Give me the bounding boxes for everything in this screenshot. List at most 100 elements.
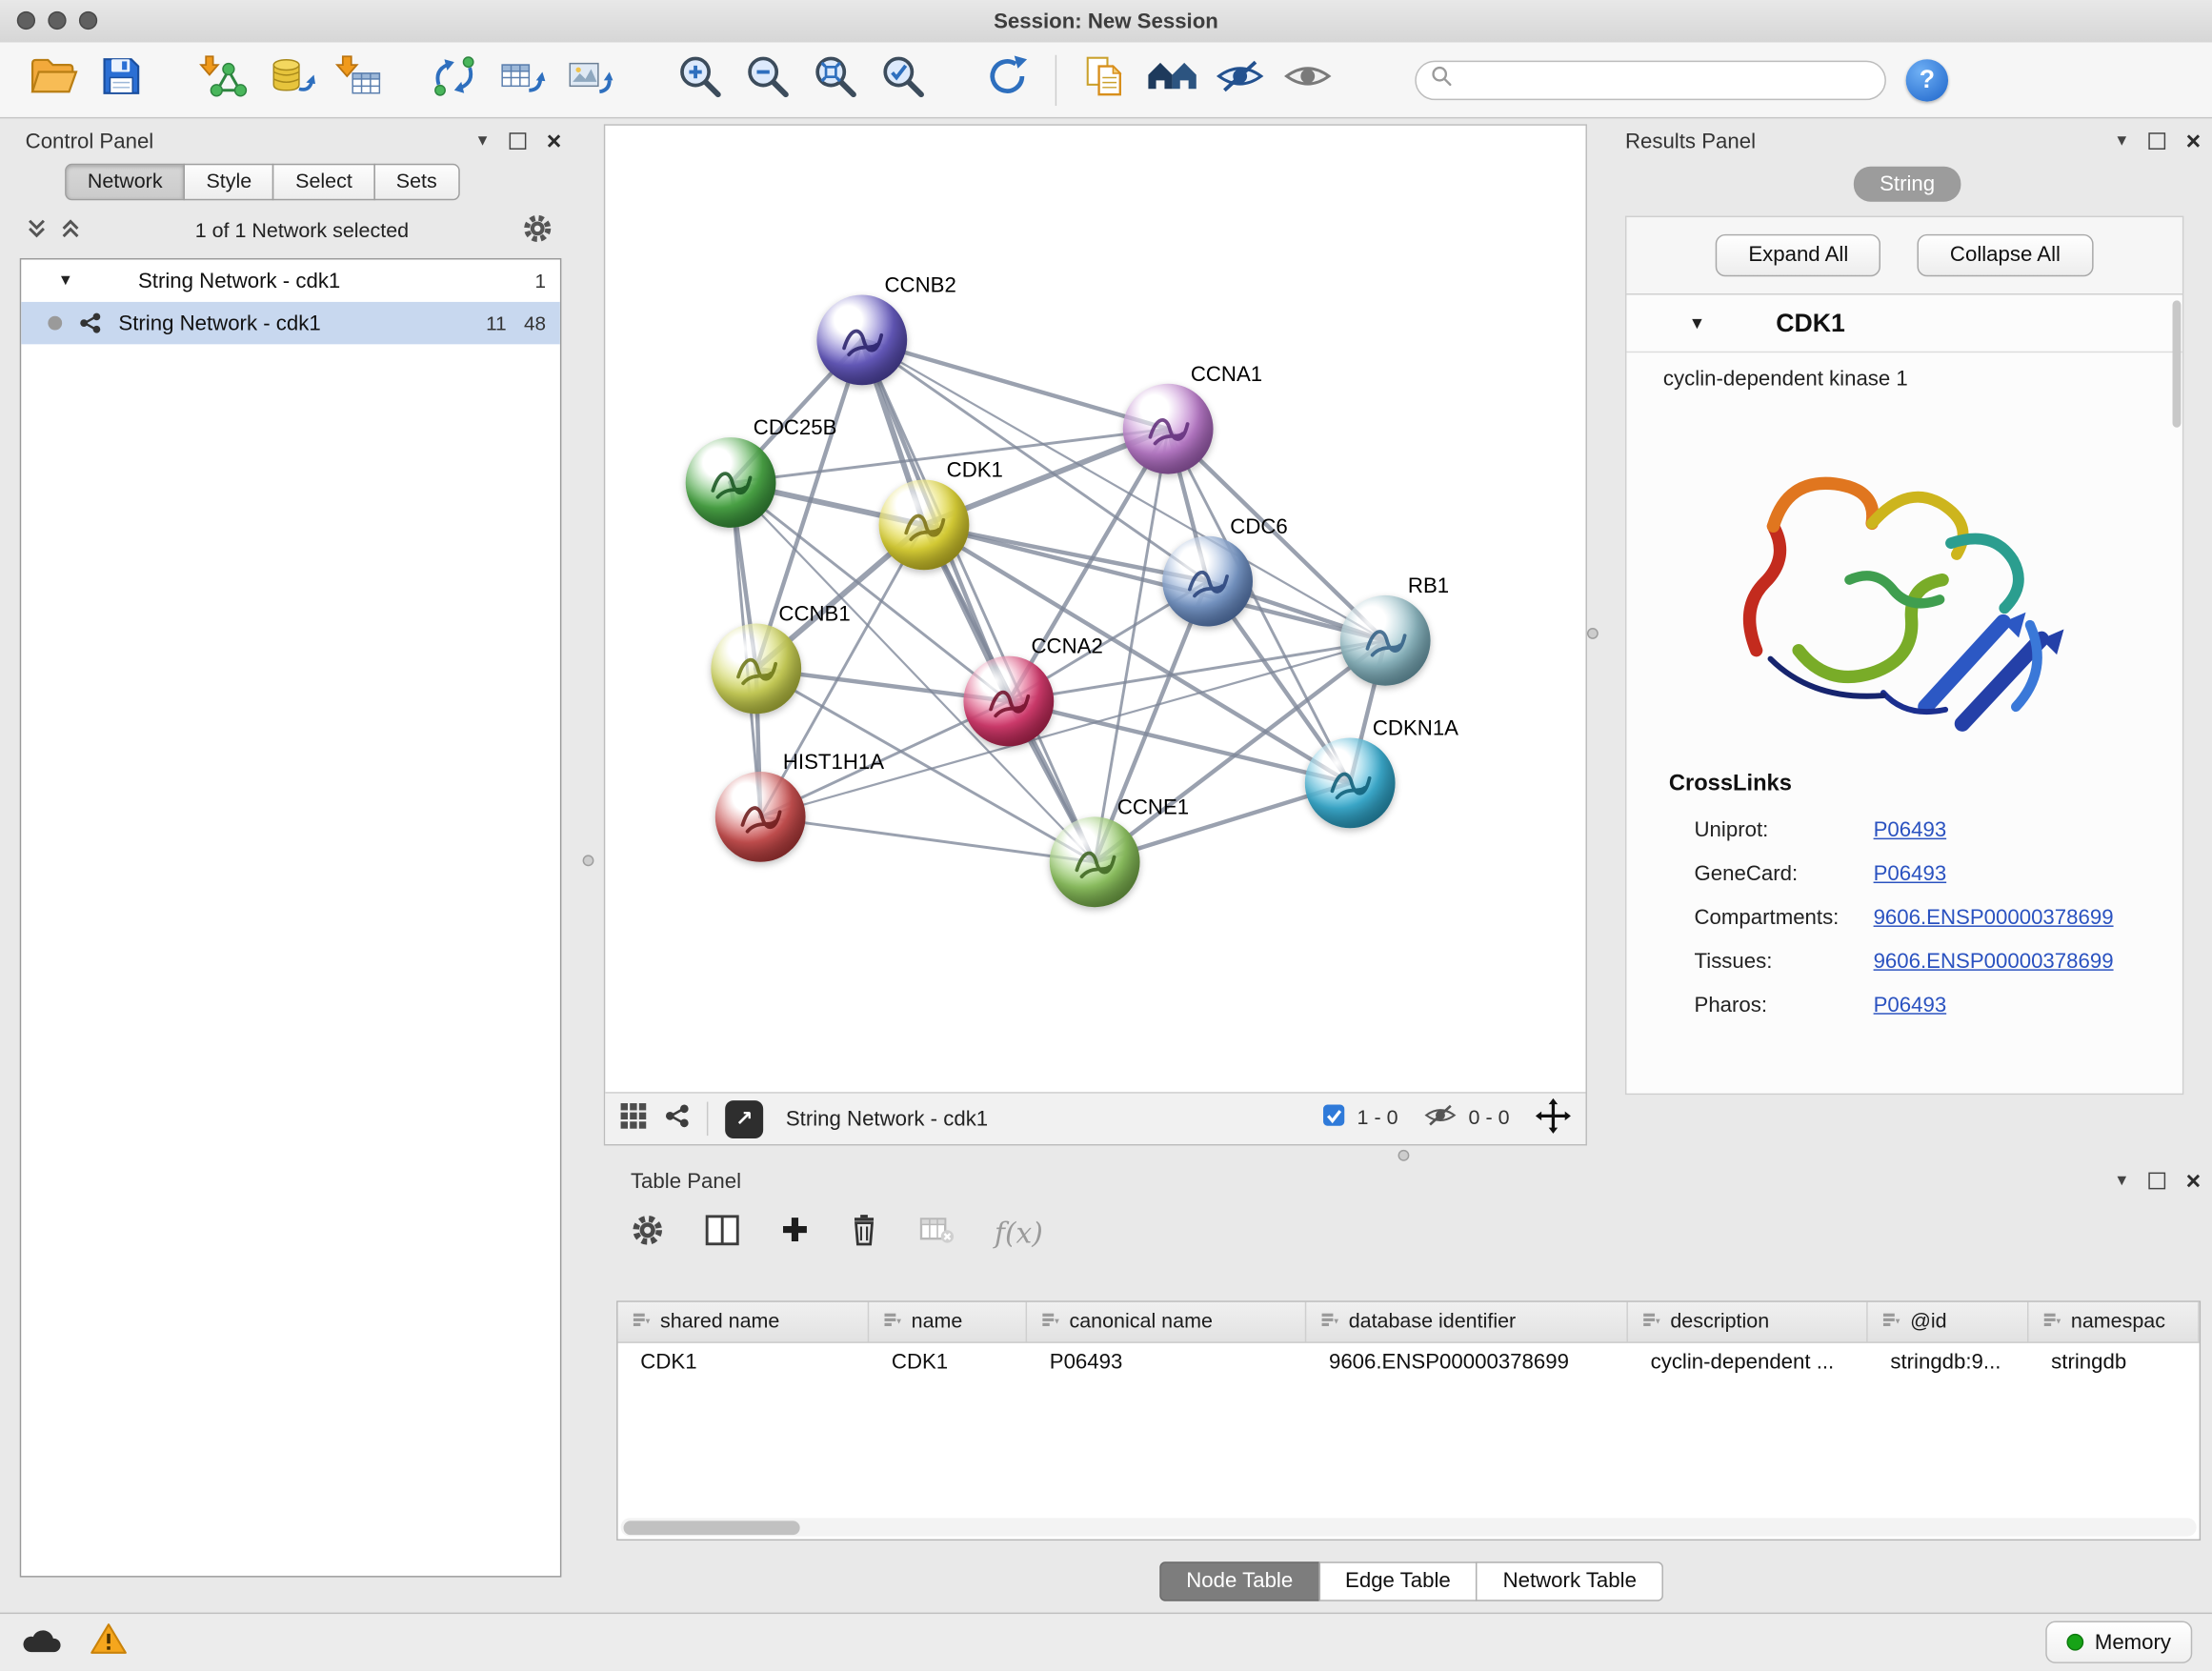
column-header-name[interactable]: name (869, 1302, 1027, 1341)
new-network-from-table-button[interactable] (488, 48, 555, 112)
node-CDKN1A[interactable] (1305, 737, 1396, 828)
right-splitter-handle[interactable] (1587, 628, 1599, 639)
node-CDC25B[interactable] (686, 437, 776, 528)
zoom-out-button[interactable] (734, 48, 801, 112)
table-row[interactable]: CDK1CDK1P064939606.ENSP00000378699cyclin… (618, 1343, 2200, 1381)
expand-all-button[interactable]: Expand All (1716, 234, 1880, 276)
column-header-database-identifier[interactable]: database identifier (1306, 1302, 1628, 1341)
node-CCNA2[interactable] (963, 656, 1054, 747)
edge-CCNB2-CCNA1[interactable] (862, 340, 1168, 429)
column-header--id[interactable]: @id (1868, 1302, 2029, 1341)
delete-column-trash-icon[interactable] (849, 1212, 878, 1254)
zoom-window-button[interactable] (79, 11, 97, 30)
minimize-window-button[interactable] (48, 11, 66, 30)
bottom-splitter-handle[interactable] (1398, 1150, 1410, 1161)
apply-layout-button[interactable] (974, 48, 1041, 112)
warning-icon[interactable] (90, 1622, 128, 1661)
column-header-namespac[interactable]: namespac (2028, 1302, 2199, 1341)
node-RB1[interactable] (1340, 595, 1431, 686)
control-panel-close-icon[interactable]: × (547, 129, 562, 154)
gene-section-header[interactable]: ▼ CDK1 (1626, 294, 2182, 352)
table-scrollbar-thumb[interactable] (624, 1520, 800, 1535)
tab-node-table[interactable]: Node Table (1159, 1561, 1319, 1601)
crosslink-link[interactable]: P06493 (1874, 818, 1947, 842)
search-input[interactable] (1461, 67, 1870, 92)
export-image-button[interactable] (555, 48, 623, 112)
edge-CCNB2-CCNE1[interactable] (862, 340, 1095, 862)
gene-expander-icon[interactable]: ▼ (1689, 313, 1706, 333)
node-CCNB2[interactable] (816, 294, 907, 385)
hide-selected-button[interactable] (1206, 48, 1274, 112)
tab-network-table[interactable]: Network Table (1476, 1561, 1663, 1601)
network-options-gear-icon[interactable] (522, 212, 553, 251)
expand-all-tree-icon[interactable] (59, 216, 82, 246)
clone-network-button[interactable] (420, 48, 488, 112)
crosslink-link[interactable]: P06493 (1874, 862, 1947, 886)
crosslink-link[interactable]: 9606.ENSP00000378699 (1874, 950, 2114, 974)
tab-string[interactable]: String (1854, 167, 1960, 202)
edge-HIST1H1A-CCNE1[interactable] (760, 816, 1095, 861)
tab-edge-table[interactable]: Edge Table (1318, 1561, 1478, 1601)
edge-CDK1-RB1[interactable] (924, 525, 1385, 640)
collapse-all-button[interactable]: Collapse All (1918, 234, 2093, 276)
cloud-icon[interactable] (20, 1623, 62, 1661)
crosslink-link[interactable]: P06493 (1874, 994, 1947, 1017)
selected-checkbox-icon[interactable] (1322, 1103, 1346, 1135)
pan-move-icon[interactable] (1535, 1097, 1572, 1140)
function-builder-icon[interactable]: f(x) (995, 1217, 1043, 1251)
table-panel-float-menu-icon[interactable]: ▼ (2114, 1173, 2129, 1188)
column-header-shared-name[interactable]: shared name (618, 1302, 870, 1341)
table-panel-float-icon[interactable] (2149, 1173, 2166, 1190)
hidden-eye-slash-icon[interactable] (1423, 1102, 1458, 1137)
birdseye-toggle-button[interactable]: ↗ (725, 1099, 763, 1137)
tab-style[interactable]: Style (184, 164, 274, 201)
results-panel-float-menu-icon[interactable]: ▼ (2114, 133, 2129, 149)
control-panel-float-icon[interactable] (510, 132, 527, 150)
node-CDK1[interactable] (879, 479, 970, 570)
help-button[interactable]: ? (1906, 58, 1948, 100)
zoom-in-button[interactable] (666, 48, 734, 112)
column-header-canonical-name[interactable]: canonical name (1027, 1302, 1306, 1341)
crosslink-link[interactable]: 9606.ENSP00000378699 (1874, 906, 2114, 930)
node-HIST1H1A[interactable] (715, 772, 806, 862)
table-horizontal-scrollbar[interactable] (621, 1518, 2197, 1536)
control-panel-float-menu-icon[interactable]: ▼ (474, 133, 490, 149)
control-panel-title: Control Panel (26, 129, 154, 152)
edge-RB1-HIST1H1A[interactable] (760, 640, 1385, 816)
tab-network[interactable]: Network (65, 164, 185, 201)
left-splitter-handle[interactable] (583, 855, 594, 866)
table-options-gear-icon[interactable] (631, 1213, 665, 1254)
zoom-fit-button[interactable] (801, 48, 869, 112)
memory-button[interactable]: Memory (2045, 1621, 2192, 1663)
node-CDC6[interactable] (1162, 536, 1253, 627)
add-column-plus-icon[interactable] (780, 1215, 810, 1252)
collection-expander-icon[interactable]: ▼ (58, 272, 73, 290)
import-network-from-file-button[interactable] (189, 48, 256, 112)
open-session-button[interactable] (20, 48, 88, 112)
node-CCNB1[interactable] (711, 624, 801, 715)
network-row[interactable]: String Network - cdk1 11 48 (21, 302, 560, 344)
results-panel-float-icon[interactable] (2149, 132, 2166, 150)
grid-view-icon[interactable] (619, 1101, 648, 1137)
network-collection-row[interactable]: ▼ String Network - cdk1 1 (21, 259, 560, 301)
tab-select[interactable]: Select (272, 164, 374, 201)
save-session-button[interactable] (88, 48, 155, 112)
import-table-from-file-button[interactable] (325, 48, 392, 112)
zoom-selected-button[interactable] (869, 48, 936, 112)
copy-document-button[interactable] (1071, 48, 1138, 112)
column-header-description[interactable]: description (1628, 1302, 1868, 1341)
tab-sets[interactable]: Sets (373, 164, 459, 201)
show-all-button[interactable] (1274, 48, 1341, 112)
results-panel-close-icon[interactable]: × (2186, 129, 2202, 154)
import-network-from-database-button[interactable] (257, 48, 325, 112)
show-hide-panels-button[interactable] (1138, 48, 1206, 112)
node-CCNE1[interactable] (1050, 816, 1140, 907)
table-panel-close-icon[interactable]: × (2186, 1168, 2202, 1194)
network-overview-share-icon[interactable] (664, 1102, 690, 1135)
collapse-all-tree-icon[interactable] (26, 216, 49, 246)
node-CCNA1[interactable] (1123, 384, 1214, 474)
network-canvas[interactable]: CCNB2CCNA1CDC25BCDK1CDC6RB1CCNB1CCNA2CDK… (605, 126, 1585, 1092)
show-columns-icon[interactable] (704, 1213, 741, 1254)
results-scrollbar-thumb[interactable] (2173, 300, 2182, 427)
close-window-button[interactable] (17, 11, 35, 30)
